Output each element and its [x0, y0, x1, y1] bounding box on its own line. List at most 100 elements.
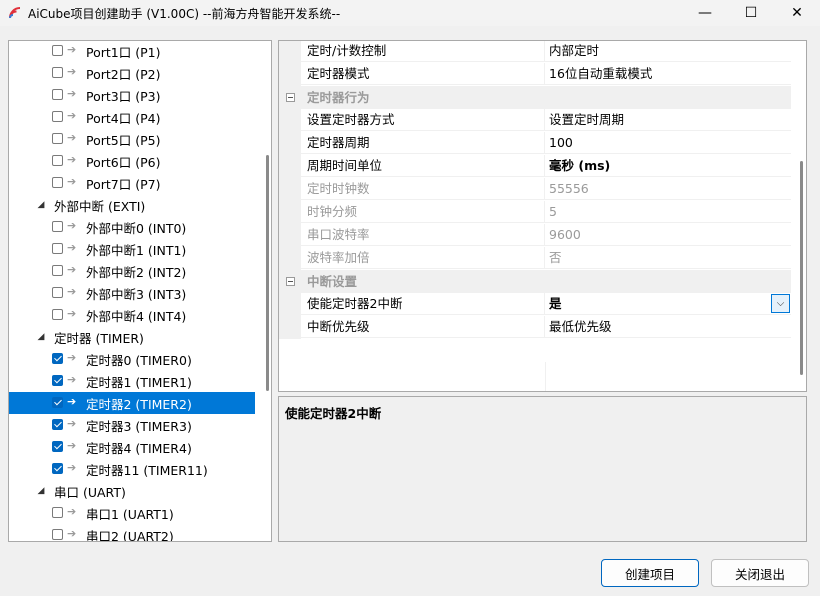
- close-window-button[interactable]: ✕: [774, 0, 820, 26]
- property-name[interactable]: 定时器模式: [301, 63, 545, 85]
- tree-group[interactable]: ◢ 串口 (UART): [9, 480, 255, 502]
- property-row[interactable]: 中断优先级 最低优先级: [279, 316, 791, 339]
- tree-item[interactable]: ➔ Port3口 (P3): [9, 84, 255, 106]
- tree-item[interactable]: ➔ 定时器3 (TIMER3): [9, 414, 255, 436]
- tree-item[interactable]: ➔ 串口2 (UART2): [9, 524, 255, 541]
- property-value[interactable]: 100: [545, 132, 791, 154]
- tree-item-checkbox[interactable]: [52, 353, 63, 364]
- property-value[interactable]: 16位自动重载模式: [545, 63, 791, 85]
- tree-item[interactable]: ➔ 外部中断0 (INT0): [9, 216, 255, 238]
- tree-scrollbar-thumb[interactable]: [266, 155, 269, 391]
- tree-item[interactable]: ➔ Port6口 (P6): [9, 150, 255, 172]
- property-row[interactable]: 定时时钟数 55556: [279, 178, 791, 201]
- tree-scrollbar[interactable]: [264, 41, 271, 541]
- tree-item-checkbox[interactable]: [52, 463, 63, 474]
- tree-item-checkbox[interactable]: [52, 221, 63, 232]
- tree-item-checkbox[interactable]: [52, 419, 63, 430]
- property-row[interactable]: 定时器周期 100: [279, 132, 791, 155]
- property-row[interactable]: 设置定时器方式 设置定时周期: [279, 109, 791, 132]
- property-category[interactable]: 中断设置: [279, 270, 791, 293]
- maximize-button[interactable]: ☐: [728, 0, 774, 26]
- property-category[interactable]: 定时器行为: [279, 86, 791, 109]
- tree-item[interactable]: ➔ 外部中断3 (INT3): [9, 282, 255, 304]
- title-bar[interactable]: AiCube项目创建助手 (V1.00C) --前海方舟智能开发系统-- — ☐…: [0, 0, 820, 26]
- tree-item[interactable]: ➔ 定时器11 (TIMER11): [9, 458, 255, 480]
- tree-item-checkbox[interactable]: [52, 45, 63, 56]
- tree-item[interactable]: ➔ Port4口 (P4): [9, 106, 255, 128]
- triangle-expanded-icon[interactable]: ◢: [36, 486, 46, 496]
- tree-item-checkbox[interactable]: [52, 287, 63, 298]
- arrow-right-icon: ➔: [67, 439, 77, 452]
- tree-item-checkbox[interactable]: [52, 243, 63, 254]
- property-row[interactable]: 周期时间单位 毫秒 (ms): [279, 155, 791, 178]
- peripheral-tree[interactable]: ➔ Port1口 (P1) ➔ Port2口 (P2) ➔ Port3口 (P3) ➔ Por…: [8, 40, 272, 542]
- property-row[interactable]: 时钟分频 5: [279, 201, 791, 224]
- property-name[interactable]: 设置定时器方式: [301, 109, 545, 131]
- property-value[interactable]: 内部定时: [545, 41, 791, 62]
- tree-item-label: 外部中断0 (INT0): [86, 220, 187, 236]
- create-project-button[interactable]: 创建项目: [601, 559, 699, 587]
- tree-item-checkbox[interactable]: [52, 155, 63, 166]
- tree-item-checkbox[interactable]: [52, 133, 63, 144]
- tree-item-checkbox[interactable]: [52, 89, 63, 100]
- close-exit-button[interactable]: 关闭退出: [711, 559, 809, 587]
- tree-item-label: Port4口 (P4): [86, 110, 161, 126]
- tree-item[interactable]: ➔ Port2口 (P2): [9, 62, 255, 84]
- property-grid[interactable]: 定时/计数控制 内部定时 定时器模式 16位自动重载模式定时器行为设置定时器方式 设置定…: [278, 40, 807, 392]
- tree-item[interactable]: ➔ 定时器0 (TIMER0): [9, 348, 255, 370]
- triangle-expanded-icon[interactable]: ◢: [36, 332, 46, 342]
- triangle-expanded-icon[interactable]: ◢: [36, 200, 46, 210]
- tree-item[interactable]: ➔ 外部中断1 (INT1): [9, 238, 255, 260]
- tree-item-checkbox[interactable]: [52, 507, 63, 518]
- property-row[interactable]: 使能定时器2中断是: [279, 293, 791, 316]
- property-row[interactable]: 波特率加倍否: [279, 247, 791, 270]
- tree-item[interactable]: ➔ Port7口 (P7): [9, 172, 255, 194]
- tree-item-checkbox[interactable]: [52, 397, 63, 408]
- property-value[interactable]: 毫秒 (ms): [545, 155, 791, 177]
- tree-item-checkbox[interactable]: [52, 309, 63, 320]
- property-dropdown-button[interactable]: ⌵: [771, 294, 790, 313]
- property-name[interactable]: 时钟分频: [301, 201, 545, 223]
- property-name[interactable]: 周期时间单位: [301, 155, 545, 177]
- minimize-button[interactable]: —: [682, 0, 728, 26]
- tree-item-checkbox[interactable]: [52, 177, 63, 188]
- tree-item-checkbox[interactable]: [52, 529, 63, 540]
- property-category-label: 定时器行为: [307, 90, 370, 105]
- property-row[interactable]: 串口波特率 9600: [279, 224, 791, 247]
- tree-item-checkbox[interactable]: [52, 441, 63, 452]
- property-name[interactable]: 定时器周期: [301, 132, 545, 154]
- tree-item-checkbox[interactable]: [52, 375, 63, 386]
- tree-item-checkbox[interactable]: [52, 67, 63, 78]
- grid-scrollbar[interactable]: [798, 41, 806, 391]
- tree-item-checkbox[interactable]: [52, 265, 63, 276]
- property-value[interactable]: 设置定时周期: [545, 109, 791, 131]
- minus-box-icon[interactable]: [286, 277, 295, 286]
- property-name[interactable]: 定时时钟数: [301, 178, 545, 200]
- tree-group[interactable]: ◢ 定时器 (TIMER): [9, 326, 255, 348]
- tree-item[interactable]: ➔ Port1口 (P1): [9, 41, 255, 62]
- property-name[interactable]: 使能定时器2中断: [301, 293, 545, 315]
- property-name[interactable]: 串口波特率: [301, 224, 545, 246]
- grid-scrollbar-thumb[interactable]: [800, 161, 803, 375]
- tree-group[interactable]: ◢ 外部中断 (EXTI): [9, 194, 255, 216]
- property-name[interactable]: 定时/计数控制: [301, 41, 545, 62]
- tree-item[interactable]: ➔ 串口1 (UART1): [9, 502, 255, 524]
- tree-item[interactable]: ➔ 定时器1 (TIMER1): [9, 370, 255, 392]
- property-value[interactable]: 是: [545, 293, 791, 315]
- tree-item[interactable]: ➔ 定时器2 (TIMER2): [9, 392, 255, 414]
- property-row[interactable]: 定时器模式 16位自动重载模式: [279, 63, 791, 86]
- tree-item[interactable]: ➔ 定时器4 (TIMER4): [9, 436, 255, 458]
- tree-item[interactable]: ➔ 外部中断4 (INT4): [9, 304, 255, 326]
- tree-item-label: 外部中断3 (INT3): [86, 286, 187, 302]
- property-name[interactable]: 中断优先级: [301, 316, 545, 338]
- tree-item-checkbox[interactable]: [52, 111, 63, 122]
- property-row[interactable]: 定时/计数控制 内部定时: [279, 41, 791, 63]
- tree-item[interactable]: ➔ 外部中断2 (INT2): [9, 260, 255, 282]
- tree-item-label: Port3口 (P3): [86, 88, 161, 104]
- tree-item[interactable]: ➔ Port5口 (P5): [9, 128, 255, 150]
- property-name[interactable]: 波特率加倍: [301, 247, 545, 269]
- property-value[interactable]: 最低优先级: [545, 316, 791, 338]
- tree-item-label: 定时器3 (TIMER3): [86, 418, 192, 434]
- chevron-down-icon: ⌵: [776, 298, 785, 309]
- minus-box-icon[interactable]: [286, 93, 295, 102]
